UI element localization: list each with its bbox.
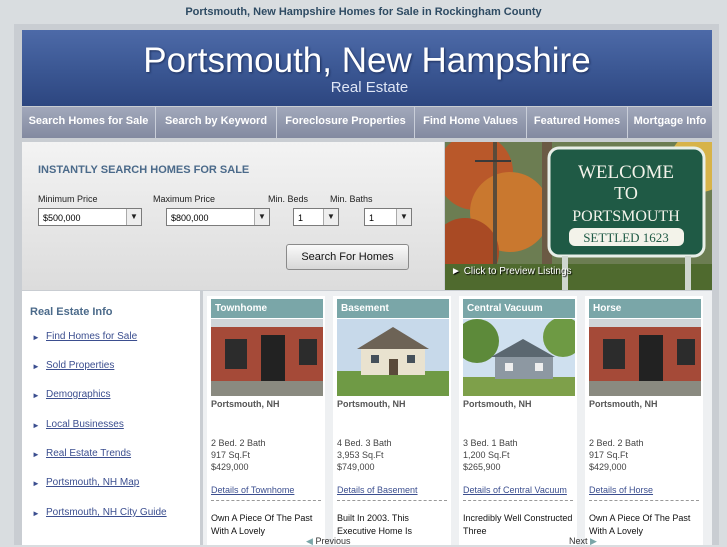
sign-to: TO bbox=[614, 183, 638, 203]
welcome-photo[interactable]: WELCOME TO PORTSMOUTH SETTLED 1623 ► Cli… bbox=[445, 142, 712, 290]
listing-city: Portsmouth, NH bbox=[589, 399, 658, 409]
listing-price: $429,000 bbox=[211, 462, 249, 472]
previous-link[interactable]: ◀ Previous bbox=[306, 536, 350, 547]
nav-mortgage-info[interactable]: Mortgage Info bbox=[628, 107, 712, 138]
site-subtitle: Real Estate bbox=[330, 79, 409, 96]
sidebar-item-trends[interactable]: Real Estate Trends bbox=[46, 448, 131, 459]
listing-tag: Central Vacuum bbox=[463, 299, 575, 318]
listing-sqft: 1,200 Sq.Ft bbox=[463, 450, 510, 460]
nav-search-keyword[interactable]: Search by Keyword bbox=[156, 107, 277, 138]
listing-beds-baths: 2 Bed. 2 Bath bbox=[211, 438, 266, 448]
max-price-label: Maximum Price bbox=[153, 194, 216, 204]
min-price-label: Minimum Price bbox=[38, 194, 98, 204]
preview-listings-link[interactable]: ► Click to Preview Listings bbox=[451, 266, 572, 277]
sidebar-item-local-businesses[interactable]: Local Businesses bbox=[46, 419, 124, 430]
sidebar-item-city-guide[interactable]: Portsmouth, NH City Guide bbox=[46, 507, 167, 518]
min-beds-value: 1 bbox=[298, 213, 304, 223]
listing-details-link[interactable]: Details of Horse bbox=[589, 485, 653, 495]
nav-featured-homes[interactable]: Featured Homes bbox=[527, 107, 628, 138]
sidebar-item-sold-properties[interactable]: Sold Properties bbox=[46, 360, 114, 371]
sidebar-item-find-homes[interactable]: Find Homes for Sale bbox=[46, 331, 137, 342]
listing-tag: Horse bbox=[589, 299, 701, 318]
arrow-bullet-icon: ► bbox=[32, 479, 40, 488]
arrow-bullet-icon: ► bbox=[32, 391, 40, 400]
min-baths-select[interactable]: 1 ▼ bbox=[364, 208, 412, 226]
arrow-bullet-icon: ► bbox=[32, 509, 40, 518]
min-beds-select[interactable]: 1 ▼ bbox=[293, 208, 339, 226]
sign-settled: SETTLED 1623 bbox=[583, 230, 669, 245]
max-price-select[interactable]: $800,000 ▼ bbox=[166, 208, 270, 226]
listing-sqft: 3,953 Sq.Ft bbox=[337, 450, 384, 460]
listing-photo[interactable] bbox=[589, 319, 701, 396]
listing-beds-baths: 2 Bed. 2 Bath bbox=[589, 438, 644, 448]
listing-description: Own A Piece Of The Past With A Lovely bbox=[589, 513, 691, 536]
arrow-bullet-icon: ► bbox=[32, 333, 40, 342]
chevron-down-icon: ▼ bbox=[396, 209, 411, 225]
arrow-bullet-icon: ► bbox=[32, 421, 40, 430]
listing-sqft: 917 Sq.Ft bbox=[211, 450, 251, 460]
min-price-select[interactable]: $500,000 ▼ bbox=[38, 208, 142, 226]
sidebar-item-map[interactable]: Portsmouth, NH Map bbox=[46, 477, 139, 488]
listing-card: Townhome Portsmouth, NH 2 Bed. 2 Bath 91… bbox=[207, 296, 325, 545]
nav-search-homes[interactable]: Search Homes for Sale bbox=[22, 107, 156, 138]
chevron-down-icon: ▼ bbox=[323, 209, 338, 225]
max-price-value: $800,000 bbox=[171, 213, 209, 223]
min-baths-label: Min. Baths bbox=[330, 194, 373, 204]
search-heading: INSTANTLY SEARCH HOMES FOR SALE bbox=[38, 164, 250, 176]
listing-description: Incredibly Well Constructed Three bbox=[463, 513, 573, 536]
min-beds-label: Min. Beds bbox=[268, 194, 309, 204]
sidebar-item-demographics[interactable]: Demographics bbox=[46, 389, 110, 400]
listing-price: $265,900 bbox=[463, 462, 501, 472]
arrow-bullet-icon: ► bbox=[32, 362, 40, 371]
sign-portsmouth: PORTSMOUTH bbox=[572, 208, 680, 225]
divider bbox=[337, 500, 447, 501]
listing-beds-baths: 4 Bed. 3 Bath bbox=[337, 438, 392, 448]
listing-details-link[interactable]: Details of Townhome bbox=[211, 485, 294, 495]
listing-price: $749,000 bbox=[337, 462, 375, 472]
next-link[interactable]: Next ▶ bbox=[569, 536, 597, 547]
divider bbox=[211, 500, 321, 501]
arrow-bullet-icon: ► bbox=[32, 450, 40, 459]
listing-details-link[interactable]: Details of Basement bbox=[337, 485, 418, 495]
page-title: Portsmouth, New Hampshire Homes for Sale… bbox=[185, 6, 542, 18]
chevron-down-icon: ▼ bbox=[254, 209, 269, 225]
sidebar-heading: Real Estate Info bbox=[30, 306, 113, 318]
min-baths-value: 1 bbox=[369, 213, 375, 223]
chevron-down-icon: ▼ bbox=[126, 209, 141, 225]
listing-city: Portsmouth, NH bbox=[463, 399, 532, 409]
divider bbox=[589, 500, 699, 501]
preview-listings-label: Click to Preview Listings bbox=[463, 266, 572, 277]
listing-details-link[interactable]: Details of Central Vacuum bbox=[463, 485, 567, 495]
main-nav: Search Homes for Sale Search by Keyword … bbox=[22, 107, 712, 138]
listing-price: $429,000 bbox=[589, 462, 627, 472]
site-title: Portsmouth, New Hampshire bbox=[143, 41, 591, 80]
nav-home-values[interactable]: Find Home Values bbox=[415, 107, 527, 138]
min-price-value: $500,000 bbox=[43, 213, 81, 223]
listing-description: Built In 2003. This Executive Home Is bbox=[337, 513, 413, 536]
listing-city: Portsmouth, NH bbox=[211, 399, 280, 409]
search-for-homes-button[interactable]: Search For Homes bbox=[286, 244, 409, 270]
featured-listings: Townhome Portsmouth, NH 2 Bed. 2 Bath 91… bbox=[203, 291, 712, 545]
nav-foreclosure[interactable]: Foreclosure Properties bbox=[277, 107, 415, 138]
listing-card: Basement Portsmouth, NH 4 Bed. 3 Bath 3,… bbox=[333, 296, 451, 545]
listing-sqft: 917 Sq.Ft bbox=[589, 450, 629, 460]
listing-photo[interactable] bbox=[211, 319, 323, 396]
listing-description: Own A Piece Of The Past With A Lovely bbox=[211, 513, 313, 536]
sidebar: Real Estate Info ► Find Homes for Sale ►… bbox=[22, 291, 200, 545]
listing-card: Central Vacuum Portsmouth, NH 3 Bed. 1 B… bbox=[459, 296, 577, 545]
sign-welcome: WELCOME bbox=[578, 162, 674, 183]
listing-tag: Townhome bbox=[211, 299, 323, 318]
divider bbox=[463, 500, 573, 501]
listing-city: Portsmouth, NH bbox=[337, 399, 406, 409]
listing-card: Horse Portsmouth, NH 2 Bed. 2 Bath 917 S… bbox=[585, 296, 703, 545]
listing-tag: Basement bbox=[337, 299, 449, 318]
listing-photo[interactable] bbox=[337, 319, 449, 396]
listing-photo[interactable] bbox=[463, 319, 575, 396]
listing-beds-baths: 3 Bed. 1 Bath bbox=[463, 438, 518, 448]
site-header: Portsmouth, New Hampshire Real Estate bbox=[22, 30, 712, 106]
